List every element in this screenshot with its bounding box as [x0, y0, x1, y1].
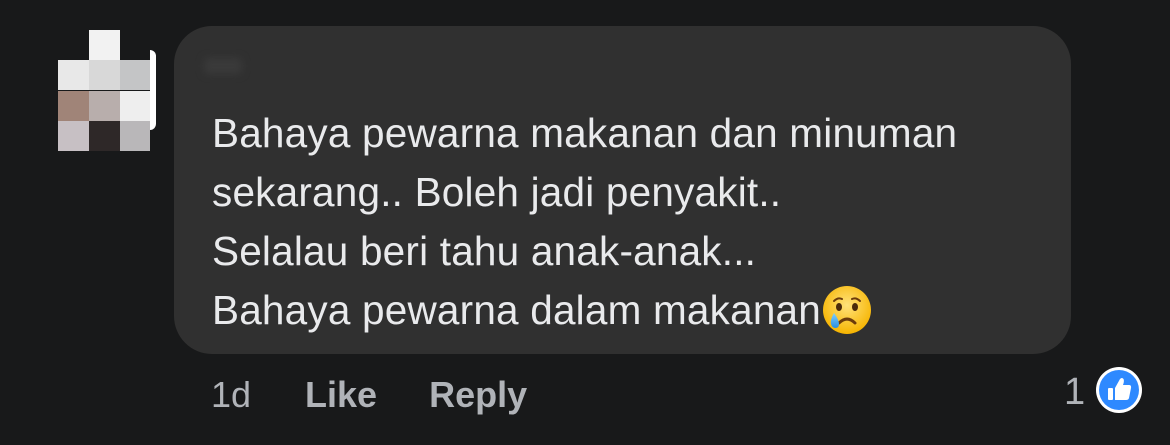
comment-line-last: Bahaya pewarna dalam makanan [212, 281, 957, 340]
like-button[interactable]: Like [305, 374, 377, 416]
reaction-count: 1 [1064, 370, 1086, 413]
author-name-redacted[interactable] [204, 58, 242, 74]
comment-line: Selalau beri tahu anak-anak... [212, 228, 757, 274]
comment-line: Bahaya pewarna makanan dan minuman [212, 110, 958, 156]
reply-button[interactable]: Reply [429, 374, 527, 416]
reaction-summary[interactable]: 1 [1064, 366, 1143, 419]
comment-thread: Bahaya pewarna makanan dan minuman sekar… [0, 0, 1170, 445]
comment-line-text: Bahaya pewarna dalam makanan [212, 287, 821, 333]
avatar[interactable] [58, 30, 156, 152]
comment-text: Bahaya pewarna makanan dan minuman sekar… [212, 104, 957, 340]
like-thumb-icon [1095, 366, 1143, 419]
timestamp[interactable]: 1d [211, 374, 251, 416]
comment-actions: 1d Like Reply [211, 370, 579, 420]
comment-line: sekarang.. Boleh jadi penyakit.. [212, 169, 782, 215]
crying-face-icon [821, 284, 873, 336]
comment-bubble: Bahaya pewarna makanan dan minuman sekar… [174, 26, 1071, 354]
